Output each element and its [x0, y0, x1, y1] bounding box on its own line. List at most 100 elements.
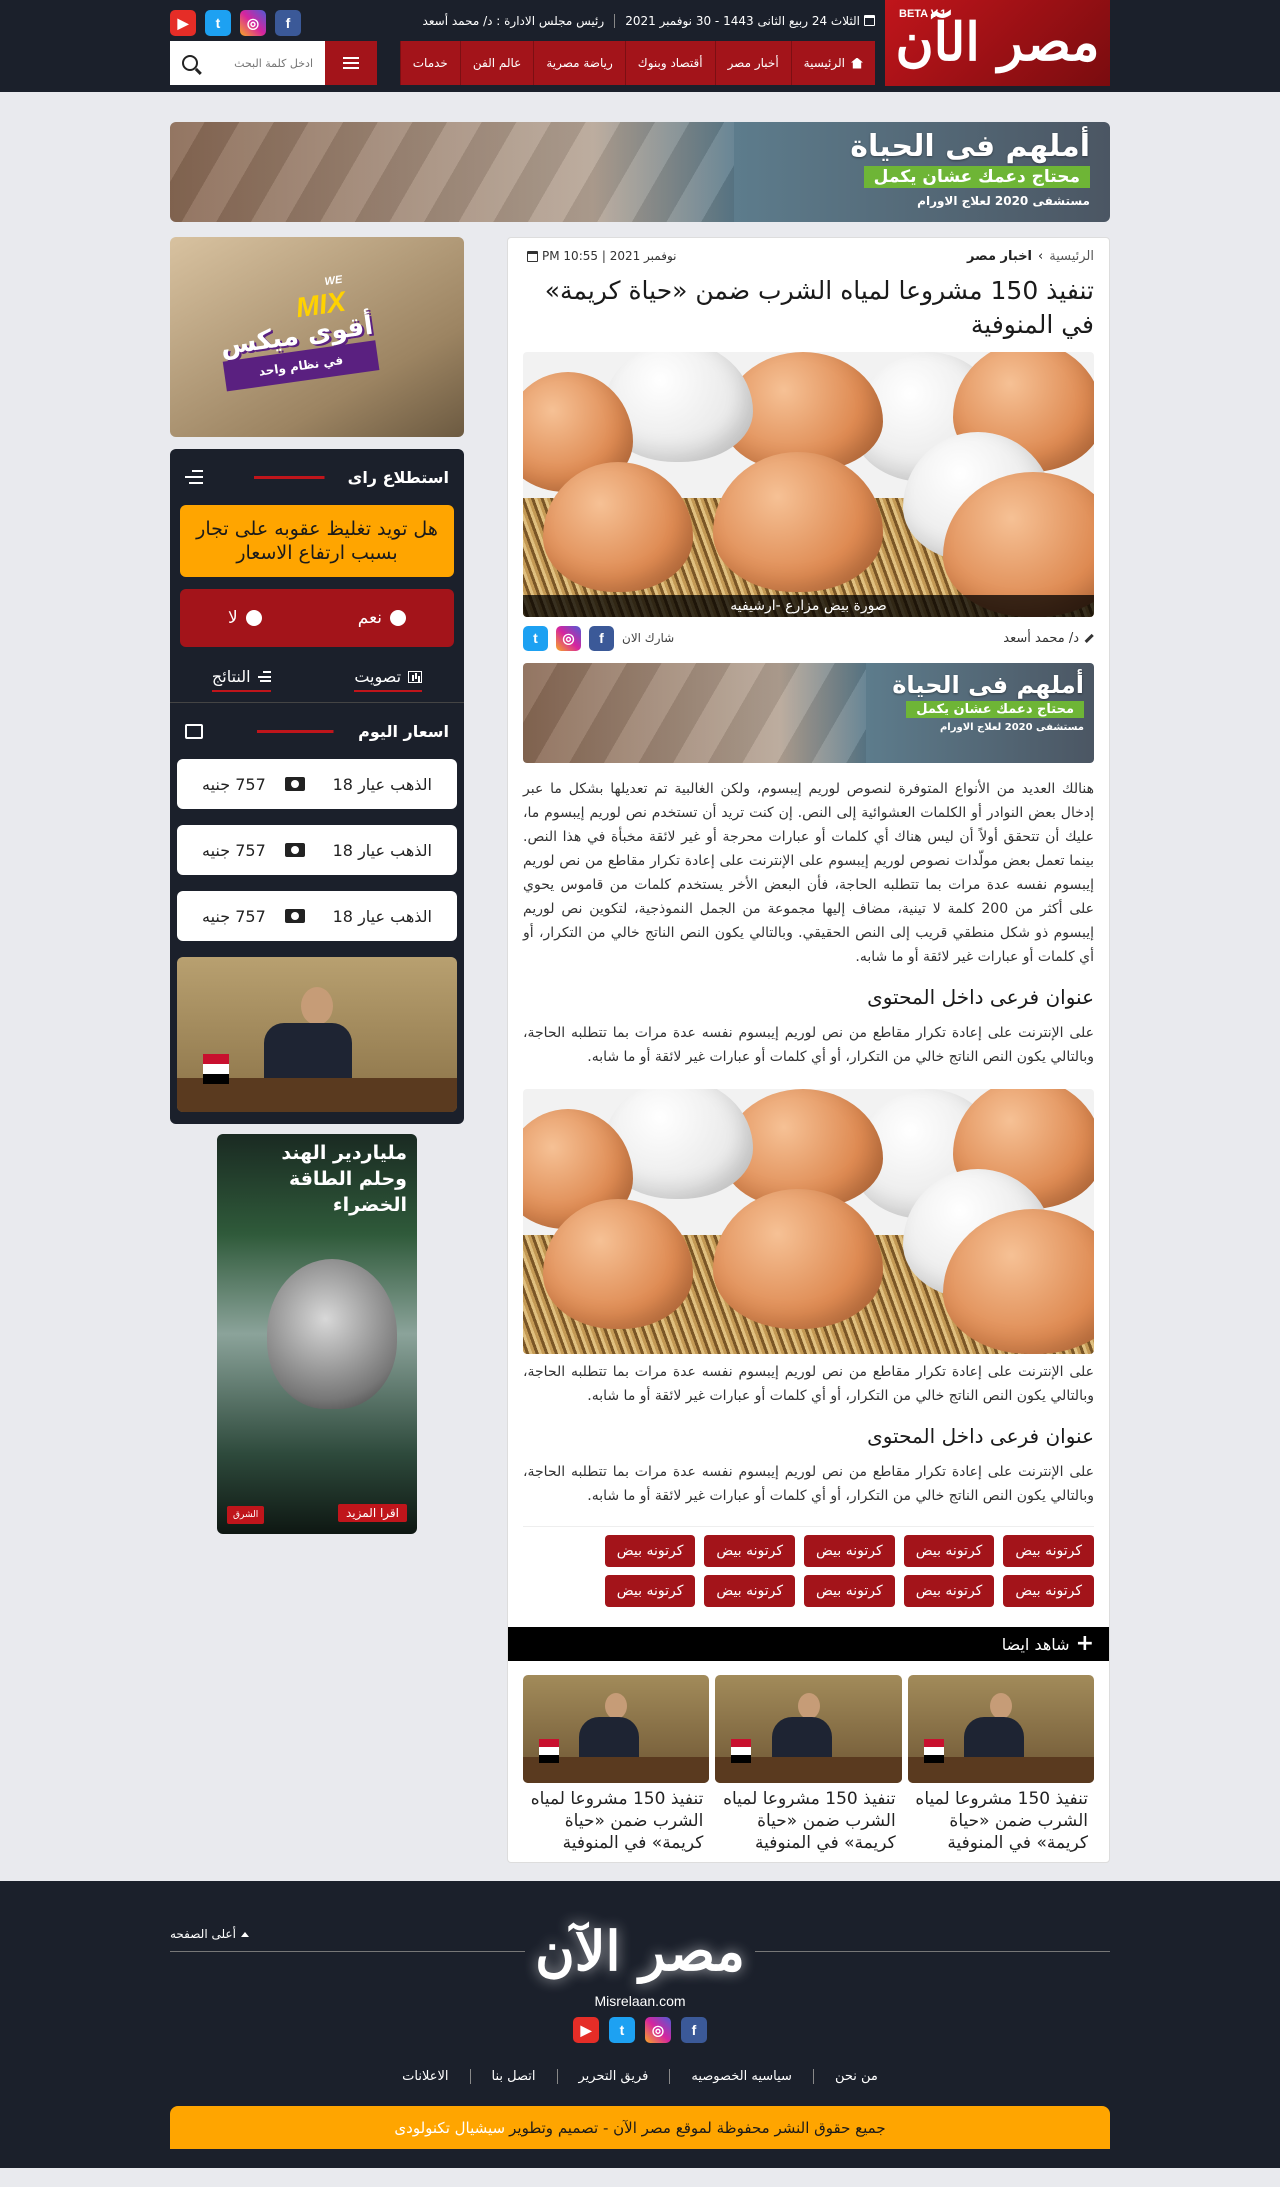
nav-item-egypt-news[interactable]: أخبار مصر [714, 41, 791, 85]
facebook-icon[interactable]: f [681, 2017, 707, 2043]
beta-badge: BETA V.1 [899, 8, 947, 20]
see-also-list: تنفيذ 150 مشروعا لمياه الشرب ضمن «حياة ك… [523, 1675, 1094, 1854]
youtube-icon[interactable]: ▶ [170, 10, 196, 36]
nav-item-sports[interactable]: رياضة مصرية [533, 41, 624, 85]
poll-panel: استطلاع راى هل تويد تغليظ عقوبه على تجار… [170, 449, 464, 1124]
money-icon [284, 843, 305, 857]
facebook-icon[interactable]: f [589, 625, 614, 651]
site-footer: مصر الآن أعلى الصفحه Misrelaan.com ▶ t ◎… [0, 1881, 1280, 2168]
article-paragraph: هنالك العديد من الأنواع المتوفرة لنصوص ل… [523, 781, 1094, 965]
calendar-icon [864, 15, 875, 26]
article-main: الرئيسية › اخبار مصر نوفمبر 2021 | 10:55… [507, 237, 1110, 1863]
prices-title: اسعار اليوم [358, 721, 449, 741]
price-row: الذهب عيار 18 757 جنيه [177, 759, 457, 809]
tag[interactable]: كرتونه بيض [903, 1535, 995, 1567]
instagram-icon[interactable]: ◎ [240, 10, 266, 36]
site-logo[interactable]: BETA V.1 مصر الآن [885, 0, 1110, 86]
twitter-icon[interactable]: t [523, 625, 548, 651]
logo-text: مصر الآن [895, 12, 1101, 73]
twitter-icon[interactable]: t [609, 2017, 635, 2043]
related-article-card[interactable]: تنفيذ 150 مشروعا لمياه الشرب ضمن «حياة ك… [907, 1675, 1094, 1854]
article-paragraph: على الإنترنت على إعادة تكرار مقاطع من نص… [523, 1464, 1094, 1504]
sidebar-photo[interactable] [177, 957, 457, 1112]
breadcrumb-category[interactable]: اخبار مصر [967, 249, 1032, 264]
tag[interactable]: كرتونه بيض [604, 1575, 696, 1607]
back-to-top-link[interactable]: أعلى الصفحه [170, 1927, 249, 1941]
developer-link[interactable]: سيشيال تكنولودى [394, 2119, 505, 2137]
search-input[interactable] [213, 56, 313, 70]
article-author[interactable]: د/ محمد أسعد [1003, 631, 1094, 646]
inline-ad-sponsor: مستشفى 2020 لعلاج الاورام [939, 722, 1084, 733]
footer-logo[interactable]: مصر الآن [525, 1919, 755, 1983]
nav-item-services[interactable]: خدمات [399, 41, 460, 85]
footer-socials: ▶ t ◎ f [170, 2017, 1110, 2043]
tag[interactable]: كرتونه بيض [604, 1535, 696, 1567]
price-value: 757 جنيه [202, 840, 266, 860]
footer-site-url[interactable]: Misrelaan.com [170, 1993, 1110, 2009]
tag[interactable]: كرتونه بيض [704, 1575, 796, 1607]
facebook-icon[interactable]: f [275, 10, 301, 36]
menu-button[interactable] [325, 41, 377, 85]
related-article-card[interactable]: تنفيذ 150 مشروعا لمياه الشرب ضمن «حياة ك… [715, 1675, 902, 1854]
breadcrumb-separator: › [1038, 248, 1044, 264]
top-info-bar: الثلاث 24 ربيع الثانى 1443 - 30 نوفمبر 2… [423, 0, 875, 42]
ad-artwork [170, 122, 734, 222]
tag[interactable]: كرتونه بيض [704, 1535, 796, 1567]
nav-item-economy[interactable]: أقتصاد وبنوك [624, 41, 715, 85]
footer-link-contact[interactable]: اتصل بنا [469, 2069, 557, 2084]
money-icon [284, 909, 305, 923]
related-article-card[interactable]: تنفيذ 150 مشروعا لمياه الشرب ضمن «حياة ك… [523, 1675, 710, 1854]
inline-ad-banner[interactable]: أملهم فى الحياة محتاج دعمك عشان يكمل مست… [523, 663, 1094, 763]
tag[interactable]: كرتونه بيض [804, 1535, 895, 1567]
nav-item-home[interactable]: الرئيسية [790, 41, 875, 85]
related-article-title[interactable]: تنفيذ 150 مشروعا لمياه الشرب ضمن «حياة ك… [523, 1783, 709, 1854]
tag[interactable]: كرتونه بيض [1003, 1535, 1094, 1567]
related-article-title[interactable]: تنفيذ 150 مشروعا لمياه الشرب ضمن «حياة ك… [715, 1783, 901, 1854]
copyright-text: جميع حقوق النشر محفوظة لموقع مصر الآن - … [509, 2118, 886, 2137]
poll-option-no[interactable]: لا [228, 608, 262, 628]
top-ad-banner[interactable]: أملهم فى الحياة محتاج دعمك عشان يكمل مست… [170, 122, 1110, 222]
nav-item-art[interactable]: عالم الفن [459, 41, 533, 85]
footer-link-about[interactable]: من نحن [812, 2069, 899, 2084]
article-date: نوفمبر 2021 | 10:55 PM [523, 249, 677, 263]
share-bar: شارك الان f ◎ t [523, 625, 675, 651]
twitter-icon[interactable]: t [205, 10, 231, 36]
plus-icon: + [1075, 1631, 1094, 1656]
related-article-title[interactable]: تنفيذ 150 مشروعا لمياه الشرب ضمن «حياة ك… [908, 1783, 1094, 1854]
poll-option-yes[interactable]: نعم [358, 608, 406, 628]
footer-links: من نحن سياسيه الخصوصيه فريق التحرير اتصل… [170, 2069, 1110, 2084]
related-article-image [907, 1675, 1094, 1783]
footer-link-privacy[interactable]: سياسيه الخصوصيه [669, 2069, 813, 2084]
article-paragraph: على الإنترنت على إعادة تكرار مقاطع من نص… [523, 1025, 1094, 1065]
price-value: 757 جنيه [202, 774, 266, 794]
tag[interactable]: كرتونه بيض [804, 1575, 895, 1607]
sidebar-ad-asharq[interactable]: ملياردير الهند وحلم الطاقة الخضراء اقرا … [217, 1134, 417, 1534]
vote-button[interactable]: تصويت [354, 667, 423, 692]
youtube-icon[interactable]: ▶ [573, 2017, 599, 2043]
article-image: صورة بيض مزارع -ارشيفيه [523, 352, 1094, 617]
ad-tagline: محتاج دعمك عشان يكمل [863, 166, 1090, 188]
search-icon[interactable] [182, 55, 198, 71]
chairman-label: رئيس مجلس الادارة : د/ محمد أسعد [422, 14, 605, 28]
inline-ad-tagline: محتاج دعمك عشان يكمل [906, 701, 1084, 718]
instagram-icon[interactable]: ◎ [645, 2017, 671, 2043]
footer-link-ads[interactable]: الاعلانات [381, 2069, 469, 2084]
ad-headline: ملياردير الهند وحلم الطاقة الخضراء [281, 1142, 407, 1216]
results-button[interactable]: النتائج [211, 667, 271, 692]
current-date: الثلاث 24 ربيع الثانى 1443 - 30 نوفمبر 2… [625, 14, 875, 28]
sidebar-ad-mix[interactable]: WE MIX أقوى ميكس في نظام واحد [170, 237, 464, 437]
tag[interactable]: كرتونه بيض [1003, 1575, 1094, 1607]
poll-options: نعم لا [180, 589, 454, 647]
share-label: شارك الان [622, 631, 675, 645]
radio-button[interactable] [245, 610, 262, 626]
asharq-logo: الشرق [227, 1506, 265, 1524]
radio-button[interactable] [390, 610, 406, 626]
search-box [170, 41, 325, 85]
read-more-button[interactable]: اقرا المزيد [337, 1504, 407, 1522]
footer-link-editorial[interactable]: فريق التحرير [556, 2069, 670, 2084]
tag[interactable]: كرتونه بيض [903, 1575, 995, 1607]
instagram-icon[interactable]: ◎ [556, 625, 581, 651]
cart-icon [185, 723, 203, 739]
image-caption: صورة بيض مزارع -ارشيفيه [523, 595, 1094, 617]
breadcrumb-home[interactable]: الرئيسية [1049, 249, 1094, 264]
